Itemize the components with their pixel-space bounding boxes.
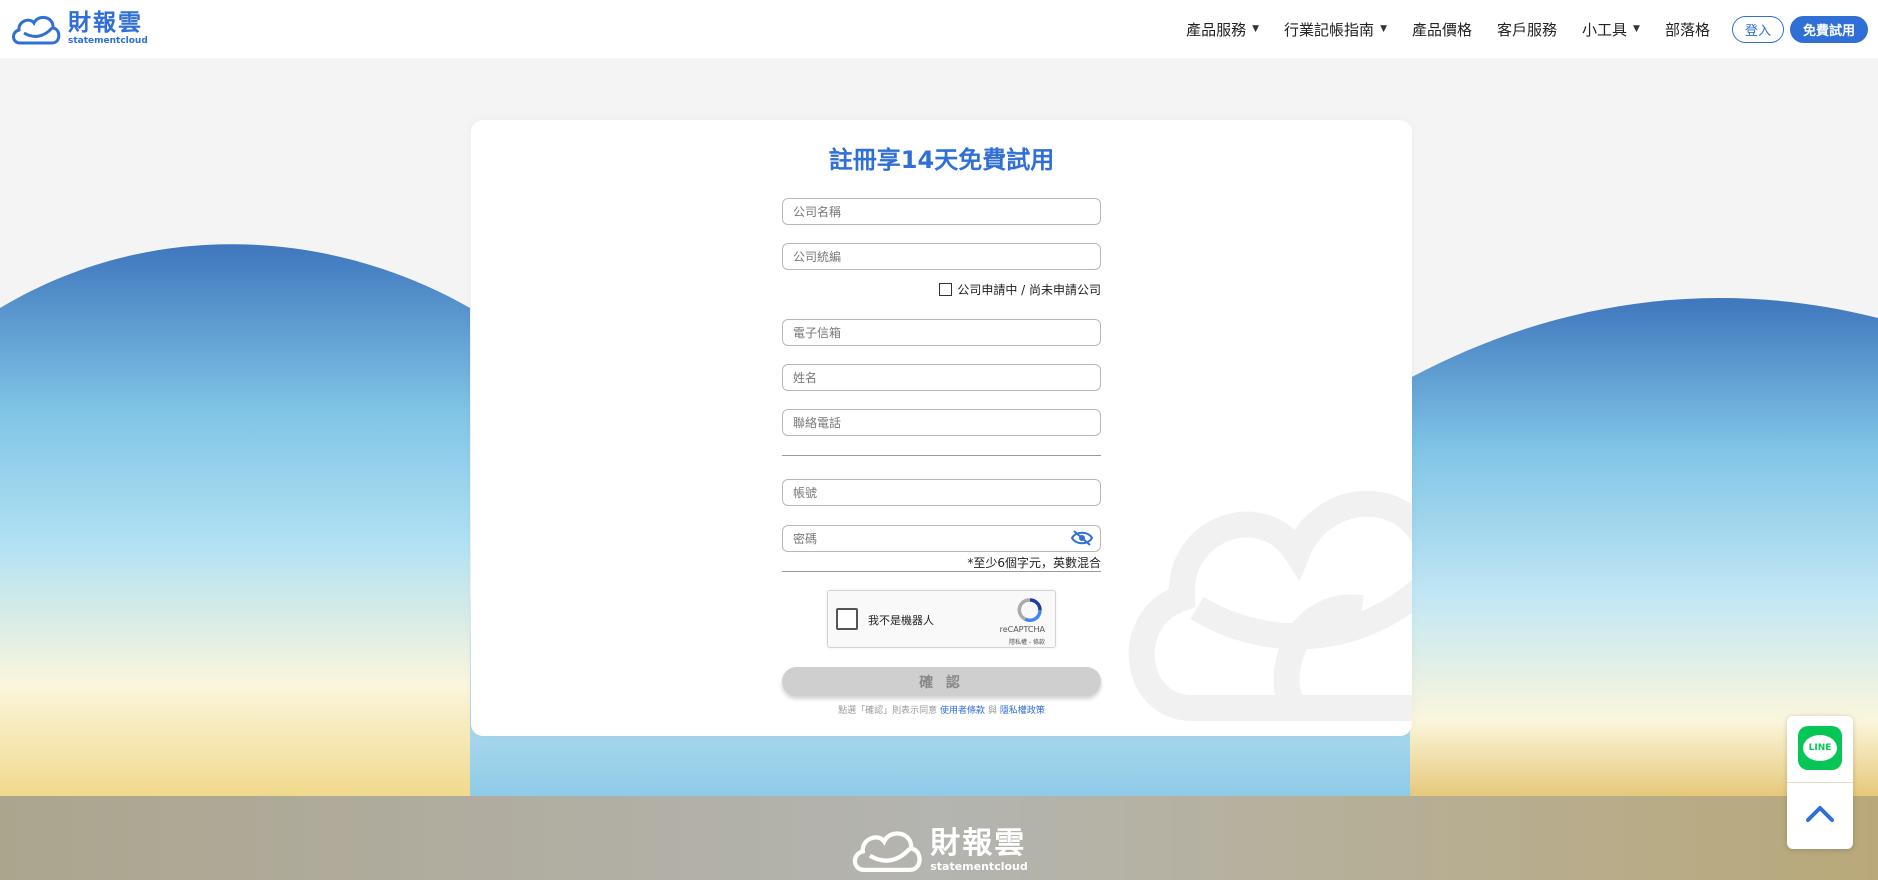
company-name-input[interactable] (782, 198, 1101, 225)
terms-of-use-link[interactable]: 使用者條款 (940, 706, 985, 716)
section-divider (782, 455, 1101, 456)
eye-off-icon[interactable] (1071, 529, 1093, 547)
confirm-button[interactable]: 確 認 (782, 667, 1101, 696)
recaptcha-links[interactable]: 隱私權 - 條款 (1009, 637, 1045, 646)
line-icon: LINE (1803, 735, 1837, 761)
top-header: 財報雲 statementcloud 產品服務 ▼ 行業記帳指南 ▼ 產品價格 客戶… (0, 0, 1878, 58)
cloud-watermark-icon (1128, 490, 1412, 721)
caret-down-icon: ▼ (1252, 24, 1260, 34)
nav-item-label: 產品服務 (1186, 20, 1247, 39)
account-input[interactable] (782, 479, 1101, 506)
name-input[interactable] (782, 364, 1101, 391)
terms-notice: 點選「確認」則表示同意 使用者條款 與 隱私權政策 (471, 703, 1412, 716)
footer-logo[interactable]: 財報雲 statementcloud (850, 824, 1028, 876)
footer-brand-name-en: statementcloud (930, 859, 1028, 873)
nav-item-customer-service[interactable]: 客戶服務 (1497, 19, 1557, 40)
recaptcha-label: 我不是機器人 (868, 614, 934, 627)
caret-down-icon: ▼ (1380, 24, 1387, 34)
line-chat-button[interactable]: LINE (1798, 726, 1842, 770)
cloud-logo-icon (853, 831, 922, 873)
login-button[interactable]: 登入 (1731, 15, 1784, 43)
nav-item-label: 行業記帳指南 (1284, 20, 1375, 39)
main-nav: 產品服務 ▼ 行業記帳指南 ▼ 產品價格 客戶服務 小工具 ▼ 部落格 登入 免費試用 (1161, 15, 1868, 43)
cloud-logo-icon (12, 15, 61, 45)
password-divider (782, 571, 1101, 572)
brand-logo[interactable]: 財報雲 statementcloud (10, 11, 148, 47)
recaptcha-brand: reCAPTCHA (999, 625, 1045, 634)
page-footer: 財報雲 statementcloud (0, 796, 1878, 880)
nav-item-tools[interactable]: 小工具 ▼ (1582, 19, 1640, 40)
recaptcha-widget: 我不是機器人 reCAPTCHA 隱私權 - 條款 (827, 590, 1056, 648)
nav-item-label: 客戶服務 (1497, 20, 1558, 39)
widget-separator (1787, 782, 1853, 783)
company-applying-checkbox[interactable] (939, 283, 953, 296)
registration-card: 註冊享14天免費試用 公司申請中 / 尚未申請公司 *至少6個字元，英數混合 我… (471, 120, 1412, 736)
free-trial-button[interactable]: 免費試用 (1789, 15, 1868, 43)
company-applying-label: 公司申請中 / 尚未申請公司 (957, 283, 1101, 297)
brand-name-cn: 財報雲 (68, 10, 143, 36)
nav-item-label: 部落格 (1664, 20, 1710, 39)
caret-down-icon: ▼ (1633, 24, 1640, 34)
nav-item-products[interactable]: 產品服務 ▼ (1186, 19, 1259, 40)
brand-name-en: statementcloud (68, 36, 148, 46)
chevron-up-icon[interactable] (1802, 796, 1838, 832)
email-input[interactable] (782, 319, 1101, 346)
company-tax-id-input[interactable] (782, 243, 1101, 270)
company-applying-checkbox-row[interactable]: 公司申請中 / 尚未申請公司 (939, 281, 1101, 298)
terms-prefix: 點選「確認」則表示同意 (838, 706, 938, 716)
nav-item-label: 小工具 (1582, 20, 1628, 39)
password-hint: *至少6個字元，英數混合 (967, 556, 1101, 570)
terms-and: 與 (987, 706, 997, 716)
nav-item-industry-guide[interactable]: 行業記帳指南 ▼ (1284, 19, 1387, 40)
privacy-policy-link[interactable]: 隱私權政策 (1000, 706, 1045, 716)
nav-item-blog[interactable]: 部落格 (1665, 19, 1710, 40)
phone-input[interactable] (782, 409, 1101, 436)
form-title: 註冊享14天免費試用 (828, 146, 1055, 174)
footer-brand-name-cn: 財報雲 (930, 825, 1027, 861)
password-input[interactable] (782, 525, 1101, 552)
recaptcha-checkbox[interactable] (836, 608, 858, 630)
floating-widget-panel: LINE (1787, 716, 1853, 849)
nav-item-pricing[interactable]: 產品價格 (1412, 19, 1472, 40)
nav-item-label: 產品價格 (1411, 20, 1472, 39)
recaptcha-logo-icon (1017, 598, 1042, 623)
